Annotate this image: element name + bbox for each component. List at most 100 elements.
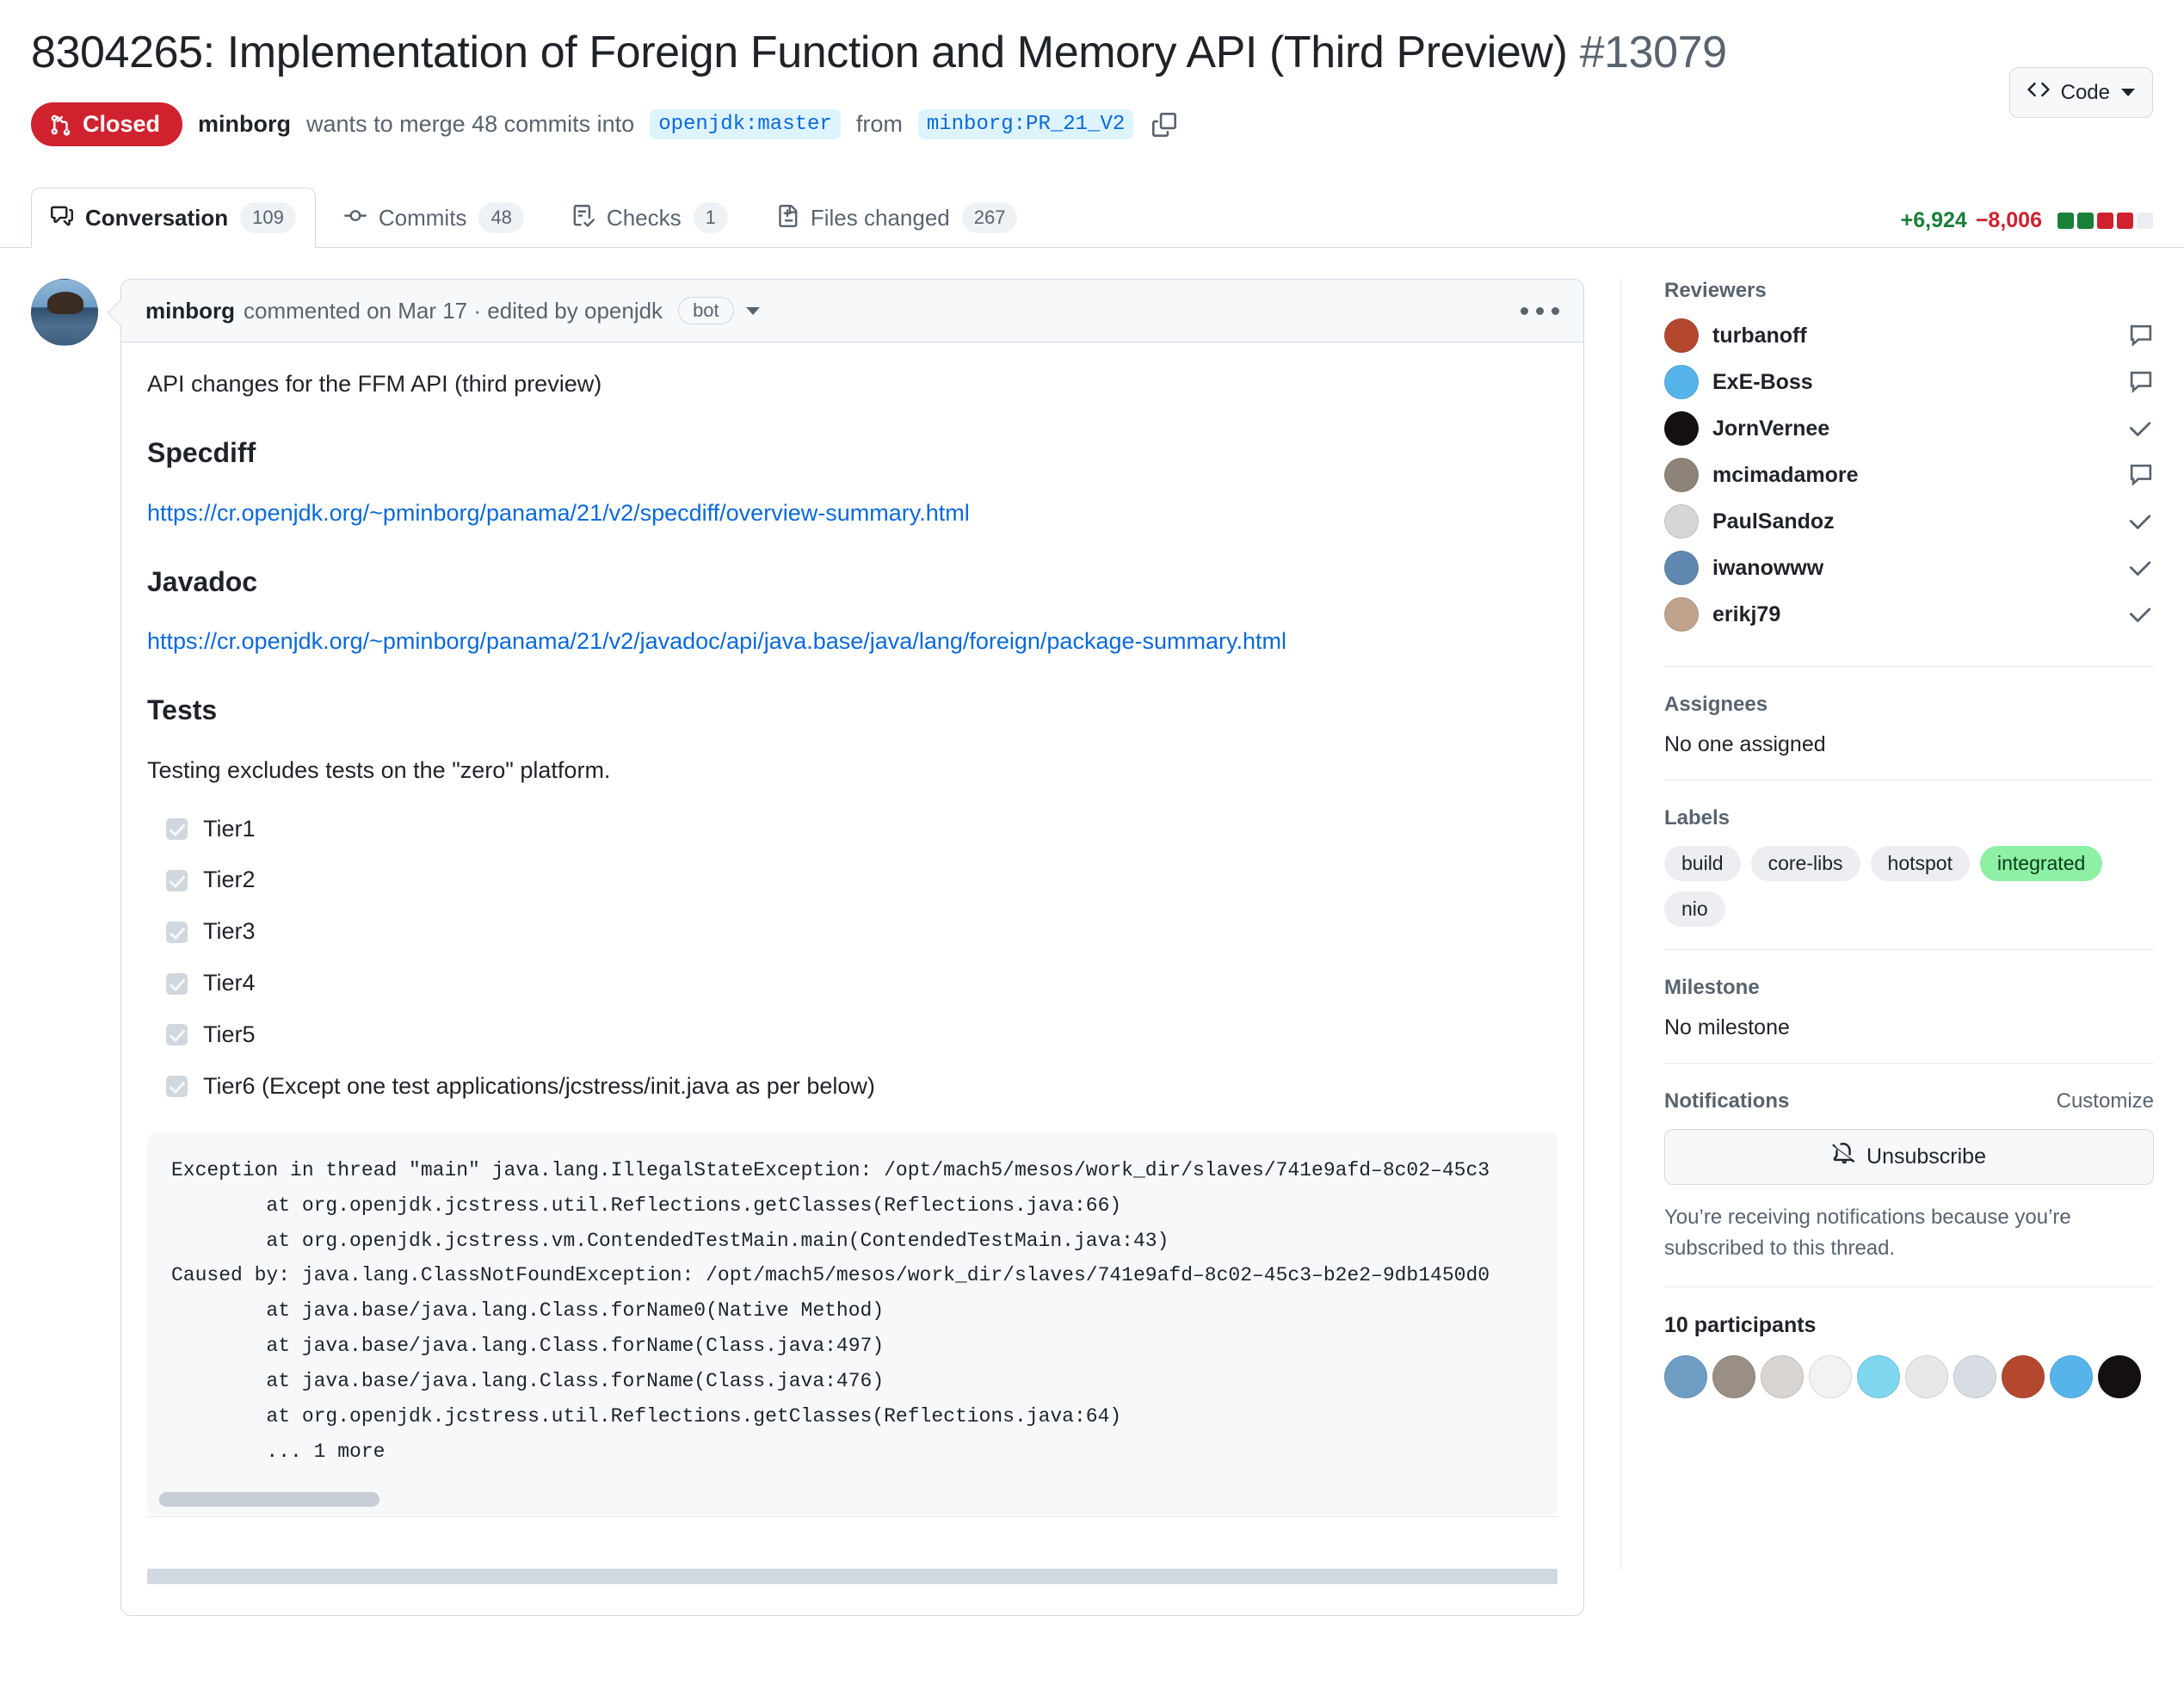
assignees-empty: No one assigned <box>1664 732 1826 757</box>
task-list-item[interactable]: Tier4 <box>166 965 1558 1002</box>
test-tier-task-list: Tier1 Tier2 Tier3 Tier4 Tier5 Tier6 (Except o… <box>147 811 1558 1105</box>
participant-avatar[interactable] <box>2098 1355 2141 1399</box>
pr-title-text: 8304265: Implementation of Foreign Funct… <box>31 28 1568 77</box>
reviewer-name[interactable]: iwanowww <box>1712 556 1823 581</box>
head-branch-tag[interactable]: minborg:PR_21_V2 <box>917 109 1134 140</box>
avatar[interactable] <box>1664 365 1699 400</box>
pull-request-closed-icon <box>50 114 72 136</box>
avatar[interactable] <box>31 279 98 347</box>
tab-files-changed-count: 267 <box>961 201 1018 234</box>
reviewers-list: turbanoff ExE-Boss JornVernee mcimadamore Pa… <box>1664 318 2154 632</box>
participant-avatar[interactable] <box>1761 1355 1804 1399</box>
task-list-item[interactable]: Tier6 (Except one test applications/jcst… <box>166 1069 1558 1105</box>
task-list-item[interactable]: Tier1 <box>166 811 1558 848</box>
comment-header: minborg commented on Mar 17 · edited by … <box>121 280 1583 343</box>
reviewer-name[interactable]: PaulSandoz <box>1712 509 1835 534</box>
reviewer-name[interactable]: mcimadamore <box>1712 463 1859 488</box>
task-list-item-label: Tier4 <box>203 970 256 996</box>
avatar[interactable] <box>1664 504 1699 540</box>
diffstat-block <box>2117 213 2133 230</box>
avatar[interactable] <box>1664 458 1699 493</box>
heading-javadoc: Javadoc <box>147 565 258 597</box>
git-commit-icon <box>343 205 367 231</box>
participant-avatar[interactable] <box>1857 1355 1900 1399</box>
reviewer-row[interactable]: erikj79 <box>1664 597 2154 632</box>
task-list-item[interactable]: Tier3 <box>166 914 1558 950</box>
unsubscribe-button[interactable]: Unsubscribe <box>1664 1129 2154 1186</box>
tab-checks[interactable]: Checks 1 <box>552 188 748 249</box>
task-list-item[interactable]: Tier2 <box>166 862 1558 898</box>
file-diff-icon <box>776 205 799 231</box>
pr-body: minborg commented on Mar 17 · edited by … <box>0 279 2184 1617</box>
label-chip[interactable]: core-libs <box>1750 846 1860 882</box>
tab-conversation[interactable]: Conversation 109 <box>31 187 316 249</box>
participant-avatar[interactable] <box>1809 1355 1852 1399</box>
diffstat-additions: +6,924 <box>1900 208 1967 233</box>
checkbox-checked-icon[interactable] <box>166 921 188 943</box>
reviewer-name[interactable]: ExE-Boss <box>1712 370 1813 395</box>
page-title: 8304265: Implementation of Foreign Funct… <box>31 26 1727 80</box>
code-brackets-icon <box>2027 78 2050 107</box>
sidebar-section-milestone: Milestone No milestone <box>1664 949 2154 1063</box>
checkbox-checked-icon[interactable] <box>166 869 188 891</box>
checkbox-checked-icon[interactable] <box>166 1024 188 1046</box>
copy-icon[interactable] <box>1152 112 1177 137</box>
merge-description: wants to merge 48 commits into <box>306 111 635 138</box>
participant-avatar[interactable] <box>2050 1355 2093 1399</box>
tab-commits[interactable]: Commits 48 <box>324 188 544 249</box>
participant-avatar[interactable] <box>1905 1355 1948 1399</box>
avatar[interactable] <box>1664 411 1699 447</box>
participant-avatar[interactable] <box>2002 1355 2045 1399</box>
review-approved-icon <box>2128 416 2154 441</box>
reviewer-name[interactable]: turbanoff <box>1712 324 1807 348</box>
participant-avatar[interactable] <box>1712 1355 1755 1399</box>
comment-body: API changes for the FFM API (third previ… <box>121 342 1583 1615</box>
code-block-scrollbar[interactable] <box>147 1485 1558 1516</box>
reviewer-name[interactable]: erikj79 <box>1712 602 1780 627</box>
tab-checks-count: 1 <box>693 201 728 234</box>
checkbox-checked-icon[interactable] <box>166 1076 188 1098</box>
main-column: minborg commented on Mar 17 · edited by … <box>31 279 1584 1617</box>
participant-avatar[interactable] <box>1664 1355 1707 1399</box>
notifications-heading-label: Notifications <box>1664 1089 1790 1113</box>
customize-notifications-link[interactable]: Customize <box>2057 1089 2154 1113</box>
checkbox-checked-icon[interactable] <box>166 818 188 841</box>
base-branch-tag[interactable]: openjdk:master <box>650 109 841 140</box>
tab-checks-label: Checks <box>606 205 682 231</box>
diffstat-block <box>2097 213 2113 230</box>
checkbox-checked-icon[interactable] <box>166 972 188 995</box>
avatar[interactable] <box>1664 597 1699 632</box>
code-button[interactable]: Code <box>2008 67 2153 118</box>
chevron-down-icon[interactable] <box>745 306 760 315</box>
javadoc-link[interactable]: https://cr.openjdk.org/~pminborg/panama/… <box>147 628 1286 654</box>
reviewer-row[interactable]: PaulSandoz <box>1664 504 2154 540</box>
label-chip[interactable]: hotspot <box>1870 846 1970 882</box>
reviewer-row[interactable]: turbanoff <box>1664 318 2154 354</box>
avatar[interactable] <box>1664 318 1699 354</box>
pr-header: 8304265: Implementation of Foreign Funct… <box>0 0 2184 147</box>
diffstat-block <box>2137 213 2153 230</box>
specdiff-link[interactable]: https://cr.openjdk.org/~pminborg/panama/… <box>147 500 970 526</box>
milestone-empty: No milestone <box>1664 1015 1790 1040</box>
diffstat: +6,924 −8,006 <box>1901 208 2153 233</box>
reviewer-row[interactable]: mcimadamore <box>1664 458 2154 493</box>
task-list-item[interactable]: Tier5 <box>166 1017 1558 1053</box>
scrollbar-thumb[interactable] <box>159 1492 379 1508</box>
sidebar-section-assignees: Assignees No one assigned <box>1664 666 2154 780</box>
pr-author[interactable]: minborg <box>198 111 291 138</box>
comment-author[interactable]: minborg <box>145 298 235 324</box>
reviewer-row[interactable]: ExE-Boss <box>1664 365 2154 400</box>
label-chip[interactable]: nio <box>1664 891 1725 928</box>
reviewer-name[interactable]: JornVernee <box>1712 416 1829 441</box>
label-chip[interactable]: integrated <box>1979 846 2103 882</box>
divider <box>147 1516 1558 1518</box>
reviewer-row[interactable]: JornVernee <box>1664 411 2154 447</box>
avatar[interactable] <box>1664 551 1699 586</box>
comment-intro: API changes for the FFM API (third previ… <box>147 371 602 398</box>
reviewer-row[interactable]: iwanowww <box>1664 551 2154 586</box>
label-chip[interactable]: build <box>1664 846 1741 882</box>
tab-files-changed[interactable]: Files changed 267 <box>756 188 1038 249</box>
comment-menu-button[interactable] <box>1521 306 1559 315</box>
tab-commits-label: Commits <box>378 205 467 231</box>
participant-avatar[interactable] <box>1953 1355 1996 1399</box>
